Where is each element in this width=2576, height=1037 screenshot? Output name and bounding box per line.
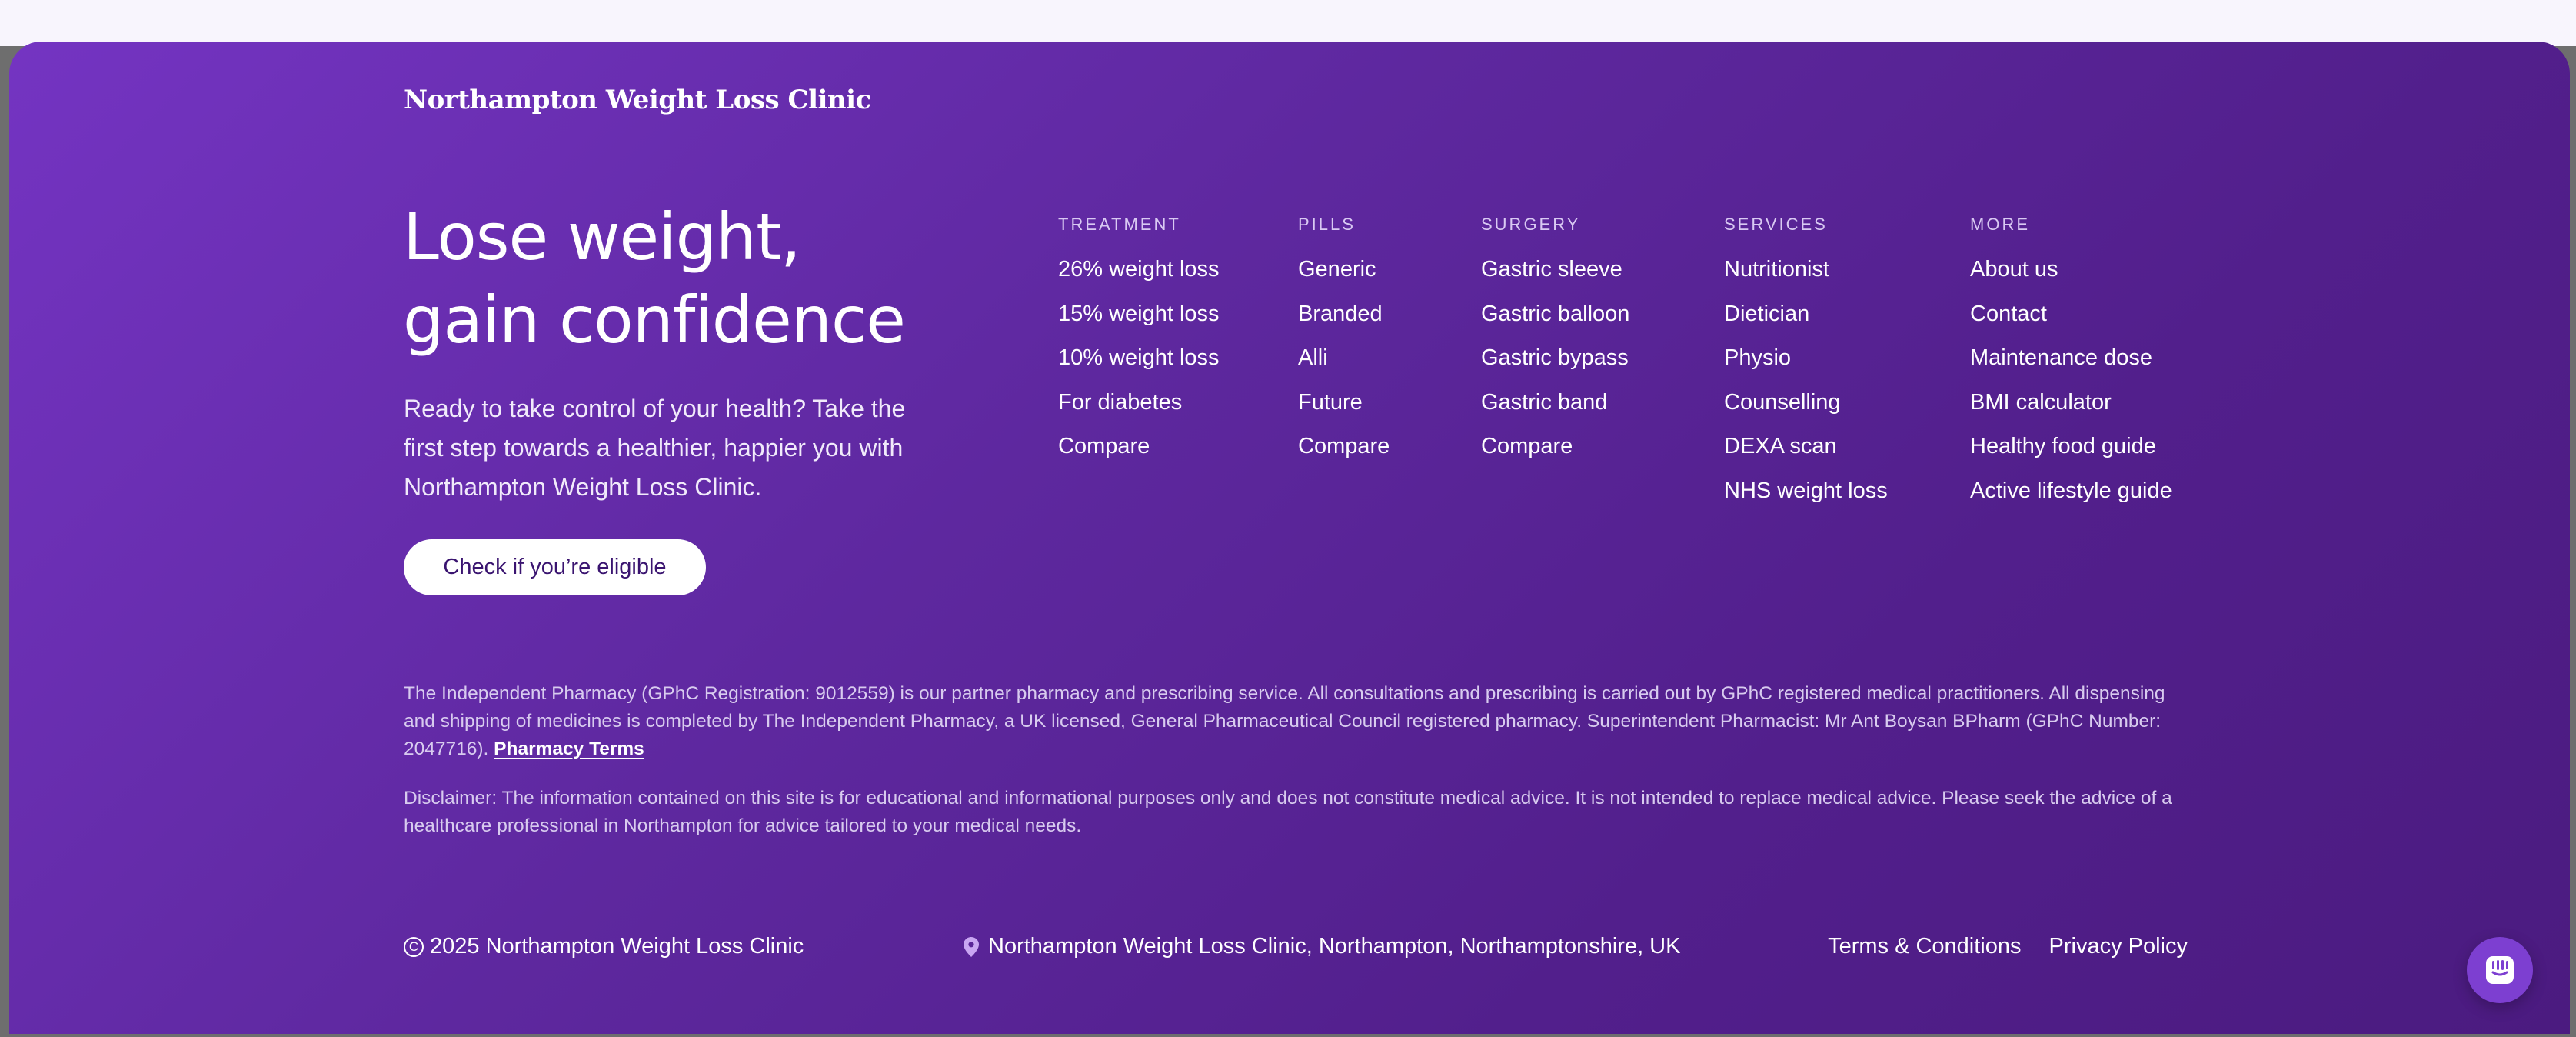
nav-link[interactable]: Active lifestyle guide xyxy=(1970,469,2172,514)
legal-notice: The Independent Pharmacy (GPhC Registrat… xyxy=(404,680,2188,840)
footer-headline: Lose weight, gain confidence xyxy=(403,195,987,362)
nav-link[interactable]: For diabetes xyxy=(1058,381,1220,425)
nav-link[interactable]: 26% weight loss xyxy=(1058,248,1220,292)
map-pin-icon xyxy=(964,936,979,957)
nav-link[interactable]: 10% weight loss xyxy=(1058,336,1220,381)
medical-disclaimer: Disclaimer: The information contained on… xyxy=(404,788,2172,836)
nav-link[interactable]: Gastric bypass xyxy=(1481,336,1629,381)
copyright-text: 2025 Northampton Weight Loss Clinic xyxy=(430,934,804,959)
nav-link[interactable]: Generic xyxy=(1298,248,1390,292)
page: Northampton Weight Loss Clinic Lose weig… xyxy=(0,0,2576,1037)
nav-heading-more: MORE xyxy=(1970,215,2030,234)
headline-line-1: Lose weight, xyxy=(403,199,801,275)
nav-link[interactable]: Compare xyxy=(1298,425,1390,469)
nav-link[interactable]: Counselling xyxy=(1724,381,1888,425)
terms-conditions-link[interactable]: Terms & Conditions xyxy=(1828,934,2021,959)
nav-heading-pills: PILLS xyxy=(1298,215,1356,234)
nav-heading-services: SERVICES xyxy=(1724,215,1828,234)
clinic-location: Northampton Weight Loss Clinic, Northamp… xyxy=(964,934,1680,959)
footer-bottom-bar: C 2025 Northampton Weight Loss Clinic No… xyxy=(404,934,2188,968)
nav-column-surgery: SURGERY Gastric sleeve Gastric balloon G… xyxy=(1481,211,1629,469)
nav-column-pills: PILLS Generic Branded Alli Future Compar… xyxy=(1298,211,1390,469)
nav-link[interactable]: Maintenance dose xyxy=(1970,336,2172,381)
footer-brand-logo[interactable]: Northampton Weight Loss Clinic xyxy=(404,85,871,115)
nav-link[interactable]: Alli xyxy=(1298,336,1390,381)
nav-link[interactable]: Contact xyxy=(1970,292,2172,337)
nav-link[interactable]: Healthy food guide xyxy=(1970,425,2172,469)
chat-launcher-button[interactable] xyxy=(2467,937,2533,1003)
nav-link[interactable]: NHS weight loss xyxy=(1724,469,1888,514)
nav-link[interactable]: Nutritionist xyxy=(1724,248,1888,292)
nav-link[interactable]: Dietician xyxy=(1724,292,1888,337)
nav-link[interactable]: Compare xyxy=(1481,425,1629,469)
copyright: C 2025 Northampton Weight Loss Clinic xyxy=(404,934,804,959)
nav-link[interactable]: Gastric band xyxy=(1481,381,1629,425)
pharmacy-notice: The Independent Pharmacy (GPhC Registrat… xyxy=(404,680,2188,763)
nav-column-more: MORE About us Contact Maintenance dose B… xyxy=(1970,211,2172,514)
footer-intro-text: Ready to take control of your health? Ta… xyxy=(404,395,906,501)
nav-heading-treatment: TREATMENT xyxy=(1058,215,1181,234)
nav-heading-surgery: SURGERY xyxy=(1481,215,1581,234)
nav-link[interactable]: BMI calculator xyxy=(1970,381,2172,425)
nav-link[interactable]: Physio xyxy=(1724,336,1888,381)
nav-column-treatment: TREATMENT 26% weight loss 15% weight los… xyxy=(1058,211,1220,469)
site-footer: Northampton Weight Loss Clinic Lose weig… xyxy=(9,42,2570,1034)
check-eligibility-button[interactable]: Check if you’re eligible xyxy=(404,539,706,595)
nav-link[interactable]: Gastric sleeve xyxy=(1481,248,1629,292)
nav-column-services: SERVICES Nutritionist Dietician Physio C… xyxy=(1724,211,1888,514)
location-text: Northampton Weight Loss Clinic, Northamp… xyxy=(988,934,1681,959)
nav-link[interactable]: Future xyxy=(1298,381,1390,425)
page-top-strip xyxy=(0,0,2576,46)
nav-link[interactable]: DEXA scan xyxy=(1724,425,1888,469)
nav-link[interactable]: Compare xyxy=(1058,425,1220,469)
pharmacy-notice-text: The Independent Pharmacy (GPhC Registrat… xyxy=(404,683,2165,759)
nav-link[interactable]: Branded xyxy=(1298,292,1390,337)
chat-icon xyxy=(2486,956,2514,984)
nav-link[interactable]: About us xyxy=(1970,248,2172,292)
pharmacy-terms-link[interactable]: Pharmacy Terms xyxy=(494,739,644,759)
headline-line-2: gain confidence xyxy=(403,282,906,358)
legal-links: Terms & Conditions Privacy Policy xyxy=(1828,934,2188,959)
copyright-icon: C xyxy=(404,936,424,957)
privacy-policy-link[interactable]: Privacy Policy xyxy=(2049,934,2188,959)
nav-link[interactable]: Gastric balloon xyxy=(1481,292,1629,337)
nav-link[interactable]: 15% weight loss xyxy=(1058,292,1220,337)
